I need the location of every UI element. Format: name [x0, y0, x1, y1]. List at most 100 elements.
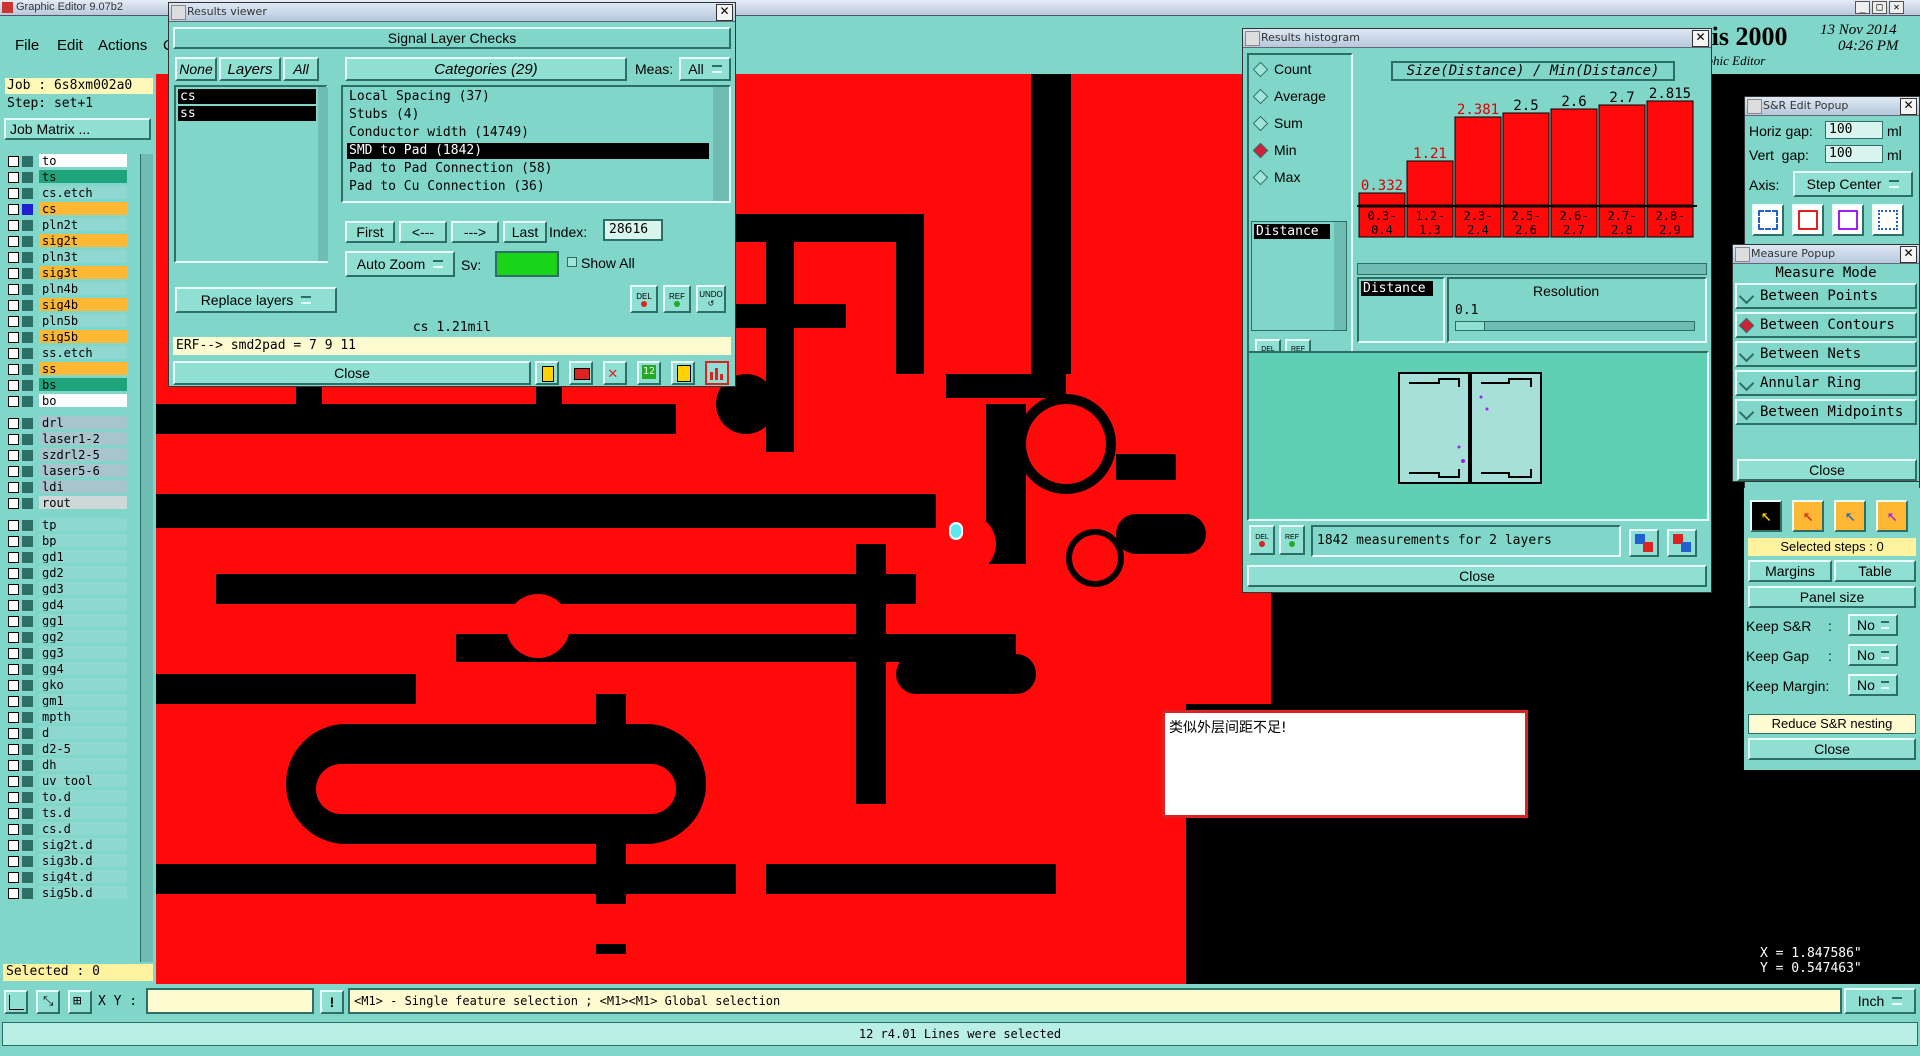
- radio-icon[interactable]: [1252, 61, 1269, 77]
- layer-row[interactable]: gd4: [5, 598, 127, 612]
- next-button[interactable]: --->: [451, 221, 499, 243]
- layer-checkbox[interactable]: [8, 380, 19, 391]
- layer-row[interactable]: laser5-6: [5, 464, 127, 478]
- measure-close-button[interactable]: Close: [1737, 459, 1917, 481]
- keep-gap-dropdown[interactable]: No: [1848, 644, 1898, 666]
- maximize-icon[interactable]: □: [1872, 1, 1887, 14]
- resolution-slider[interactable]: [1455, 321, 1695, 331]
- category-item[interactable]: Pad to Pad Connection (58): [347, 161, 709, 177]
- xy-input[interactable]: [146, 988, 314, 1014]
- radio-icon[interactable]: [1252, 169, 1269, 185]
- layer-checkbox[interactable]: [8, 520, 19, 531]
- signal-layer-checks-header[interactable]: Signal Layer Checks: [173, 27, 731, 49]
- layer-row[interactable]: cs.etch: [5, 186, 127, 200]
- comment-note[interactable]: 类似外层间距不足!: [1162, 710, 1528, 818]
- layer-checkbox[interactable]: [8, 252, 19, 263]
- layer-checkbox[interactable]: [8, 728, 19, 739]
- sr-close-button[interactable]: Close: [1748, 738, 1916, 760]
- histogram-bar[interactable]: [1358, 192, 1406, 206]
- layer-checkbox[interactable]: [8, 584, 19, 595]
- layer-checkbox[interactable]: [8, 316, 19, 327]
- layer-row[interactable]: pln5b: [5, 314, 127, 328]
- layer-checkbox[interactable]: [8, 284, 19, 295]
- distance-scrollbar[interactable]: [1334, 222, 1346, 330]
- category-item[interactable]: Local Spacing (37): [347, 89, 709, 105]
- layer-checkbox[interactable]: [8, 616, 19, 627]
- layer-row[interactable]: bo: [5, 394, 127, 408]
- layer-row[interactable]: ldi: [5, 480, 127, 494]
- measure-mode-option[interactable]: Between Points: [1735, 283, 1917, 309]
- layer-checkbox[interactable]: [8, 840, 19, 851]
- layer-checkbox[interactable]: [8, 332, 19, 343]
- histogram-close-button[interactable]: Close: [1247, 565, 1707, 587]
- layout-1-icon[interactable]: [1752, 204, 1784, 236]
- histogram-bar[interactable]: [1550, 108, 1598, 206]
- layer-row[interactable]: drl: [5, 416, 127, 430]
- layer-checkbox[interactable]: [8, 648, 19, 659]
- histogram-hscroll[interactable]: [1357, 263, 1707, 275]
- pointer-red-icon[interactable]: ↖: [1792, 500, 1824, 532]
- snap-icon[interactable]: ⤡: [36, 990, 60, 1014]
- histogram-bar[interactable]: [1454, 116, 1502, 206]
- histogram-icon[interactable]: [705, 361, 729, 385]
- layer-row[interactable]: cs: [5, 202, 127, 216]
- distance-list[interactable]: Distance: [1357, 277, 1445, 343]
- layers-scrollbar[interactable]: [318, 87, 328, 261]
- layer-row[interactable]: sig5b.d: [5, 886, 127, 900]
- layer-checkbox[interactable]: [8, 204, 19, 215]
- close-icon[interactable]: ✕: [1900, 98, 1917, 115]
- measure-mode-option[interactable]: Between Nets: [1735, 341, 1917, 367]
- layer-checkbox[interactable]: [8, 364, 19, 375]
- layer-checkbox[interactable]: [8, 434, 19, 445]
- layer-row[interactable]: sig2t.d: [5, 838, 127, 852]
- keep-sr-dropdown[interactable]: No: [1848, 614, 1898, 636]
- layer-row[interactable]: mpth: [5, 710, 127, 724]
- layer-row[interactable]: gd2: [5, 566, 127, 580]
- category-item[interactable]: Stubs (4): [347, 107, 709, 123]
- histogram-bar[interactable]: [1502, 112, 1550, 206]
- preview-ref-button[interactable]: REF: [1279, 525, 1305, 555]
- layer-checkbox[interactable]: [8, 680, 19, 691]
- layer-checkbox[interactable]: [8, 568, 19, 579]
- layer-row[interactable]: gd1: [5, 550, 127, 564]
- layer-checkbox[interactable]: [8, 776, 19, 787]
- layer-row[interactable]: sig5b: [5, 330, 127, 344]
- show-all-checkbox[interactable]: [567, 257, 577, 267]
- layer-checkbox[interactable]: [8, 498, 19, 509]
- layer-row[interactable]: gg3: [5, 646, 127, 660]
- category-item[interactable]: Pad to Cu Connection (36): [347, 179, 709, 195]
- meas-dropdown[interactable]: All: [679, 57, 731, 81]
- layer-checkbox[interactable]: [8, 348, 19, 359]
- layer-checkbox[interactable]: [8, 856, 19, 867]
- list-item[interactable]: Distance: [1254, 224, 1330, 239]
- categories-listbox[interactable]: Local Spacing (37) Stubs (4) Conductor wid…: [341, 85, 731, 203]
- pointer-blue-icon[interactable]: ↖: [1834, 500, 1866, 532]
- layer-checkbox[interactable]: [8, 268, 19, 279]
- layer-row[interactable]: sig2t: [5, 234, 127, 248]
- layer-row[interactable]: tp: [5, 518, 127, 532]
- ref-button[interactable]: REF: [663, 285, 691, 313]
- prev-button[interactable]: <---: [399, 221, 447, 243]
- exclaim-button[interactable]: !: [320, 990, 344, 1014]
- function-option[interactable]: Min: [1251, 140, 1297, 160]
- job-matrix-button[interactable]: Job Matrix ...: [4, 118, 151, 140]
- axis-dropdown[interactable]: Step Center: [1793, 171, 1913, 197]
- layer-row[interactable]: gg2: [5, 630, 127, 644]
- layer-checkbox[interactable]: [8, 482, 19, 493]
- close-icon[interactable]: ✕: [1900, 246, 1917, 263]
- layer-row[interactable]: gko: [5, 678, 127, 692]
- report-icon[interactable]: [671, 361, 695, 385]
- layer-checkbox[interactable]: [8, 632, 19, 643]
- close-icon[interactable]: ✕: [716, 4, 733, 21]
- panel-size-button[interactable]: Panel size: [1748, 586, 1916, 608]
- layer-checkbox[interactable]: [8, 712, 19, 723]
- measure-mode-option[interactable]: Between Contours: [1735, 312, 1917, 338]
- layer-row[interactable]: sig4t.d: [5, 870, 127, 884]
- layer-row[interactable]: bp: [5, 534, 127, 548]
- layer-row[interactable]: ss.etch: [5, 346, 127, 360]
- layer-row[interactable]: d2-5: [5, 742, 127, 756]
- layer-row[interactable]: pln3t: [5, 250, 127, 264]
- layer-checkbox[interactable]: [8, 466, 19, 477]
- highlight-icon[interactable]: [535, 361, 559, 385]
- grid-icon[interactable]: ⊞: [68, 990, 92, 1014]
